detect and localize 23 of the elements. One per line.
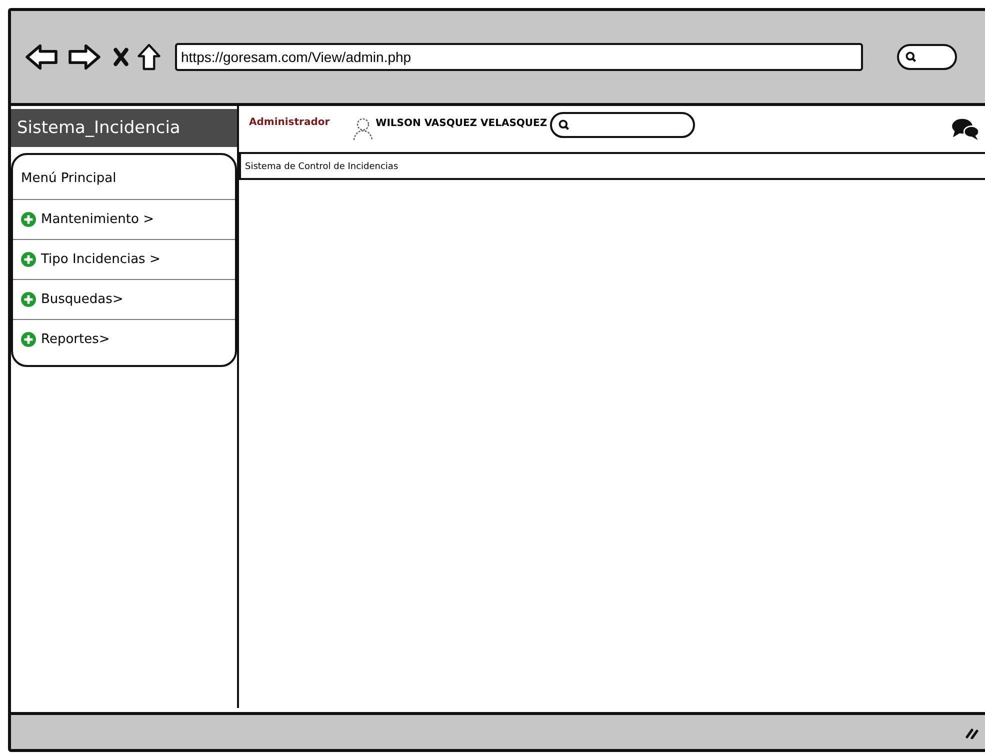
chat-icon[interactable] — [951, 117, 979, 141]
search-icon — [905, 51, 917, 63]
back-icon[interactable] — [25, 43, 59, 71]
menu-item[interactable]: Tipo Incidencias > — [13, 240, 235, 280]
menu-item[interactable]: Reportes> — [13, 320, 235, 359]
menu-header: Menú Principal — [13, 155, 235, 200]
close-icon[interactable] — [113, 46, 129, 68]
plus-icon — [21, 332, 36, 347]
plus-icon — [21, 212, 36, 227]
plus-icon — [21, 292, 36, 307]
user-role: Administrador — [249, 116, 330, 128]
plus-icon — [21, 252, 36, 267]
address-field[interactable]: https://goresam.com/View/admin.php — [175, 43, 863, 71]
page-heading: Sistema de Control de Incidencias — [239, 152, 985, 180]
search-icon — [558, 119, 570, 131]
forward-icon[interactable] — [67, 43, 101, 71]
search-field[interactable] — [550, 112, 696, 138]
user-icon — [352, 117, 374, 141]
menu-item[interactable]: Busquedas> — [13, 280, 235, 320]
app-title: Sistema_Incidencia — [11, 109, 237, 147]
menu-item[interactable]: Mantenimiento > — [13, 200, 235, 240]
search-field[interactable] — [897, 44, 957, 70]
user-name: WILSON VASQUEZ VELASQUEZ — [376, 118, 548, 128]
